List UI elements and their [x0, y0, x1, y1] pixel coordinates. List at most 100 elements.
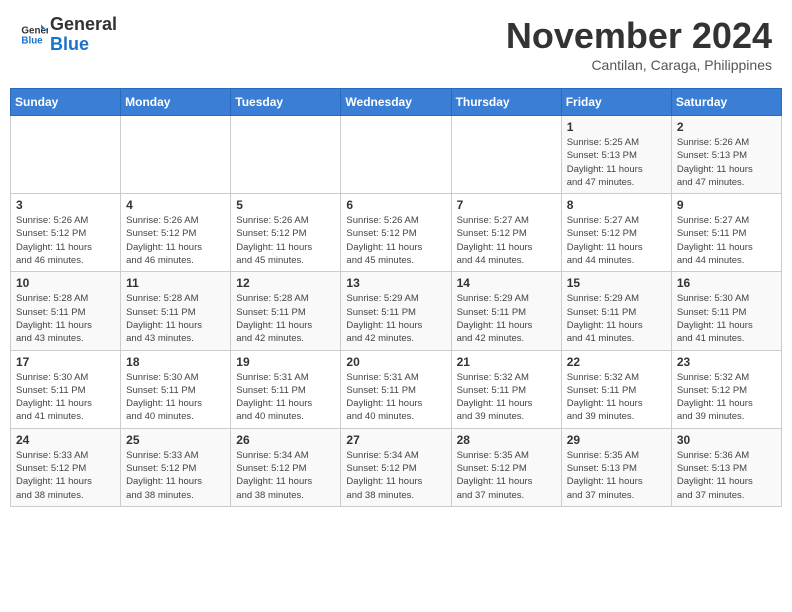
day-number: 20	[346, 355, 445, 369]
weekday-header-monday: Monday	[121, 89, 231, 116]
calendar-cell: 16 Sunrise: 5:30 AM Sunset: 5:11 PM Dayli…	[671, 272, 781, 350]
day-number: 21	[457, 355, 556, 369]
day-info: Sunrise: 5:26 AM Sunset: 5:12 PM Dayligh…	[236, 214, 335, 267]
calendar-cell: 20 Sunrise: 5:31 AM Sunset: 5:11 PM Dayli…	[341, 350, 451, 428]
weekday-header-tuesday: Tuesday	[231, 89, 341, 116]
day-info: Sunrise: 5:35 AM Sunset: 5:13 PM Dayligh…	[567, 449, 666, 502]
day-info: Sunrise: 5:32 AM Sunset: 5:11 PM Dayligh…	[567, 371, 666, 424]
weekday-header-sunday: Sunday	[11, 89, 121, 116]
svg-text:Blue: Blue	[21, 35, 43, 46]
day-number: 28	[457, 433, 556, 447]
day-info: Sunrise: 5:28 AM Sunset: 5:11 PM Dayligh…	[126, 292, 225, 345]
calendar-cell: 4 Sunrise: 5:26 AM Sunset: 5:12 PM Daylig…	[121, 194, 231, 272]
weekday-header-saturday: Saturday	[671, 89, 781, 116]
location-subtitle: Cantilan, Caraga, Philippines	[506, 57, 772, 73]
day-number: 15	[567, 276, 666, 290]
day-number: 14	[457, 276, 556, 290]
page-header: General Blue General Blue November 2024 …	[10, 10, 782, 78]
day-info: Sunrise: 5:32 AM Sunset: 5:11 PM Dayligh…	[457, 371, 556, 424]
day-number: 24	[16, 433, 115, 447]
calendar-cell: 10 Sunrise: 5:28 AM Sunset: 5:11 PM Dayli…	[11, 272, 121, 350]
day-number: 7	[457, 198, 556, 212]
day-info: Sunrise: 5:29 AM Sunset: 5:11 PM Dayligh…	[346, 292, 445, 345]
calendar-cell: 5 Sunrise: 5:26 AM Sunset: 5:12 PM Daylig…	[231, 194, 341, 272]
calendar-week-2: 3Sunrise: 5:26 AM Sunset: 5:12 PM Daylig…	[11, 194, 782, 272]
day-number: 11	[126, 276, 225, 290]
calendar-cell: 19 Sunrise: 5:31 AM Sunset: 5:11 PM Dayli…	[231, 350, 341, 428]
day-number: 17	[16, 355, 115, 369]
day-number: 6	[346, 198, 445, 212]
calendar-cell: 8 Sunrise: 5:27 AM Sunset: 5:12 PM Daylig…	[561, 194, 671, 272]
calendar-cell: 29 Sunrise: 5:35 AM Sunset: 5:13 PM Dayli…	[561, 428, 671, 506]
day-info: Sunrise: 5:35 AM Sunset: 5:12 PM Dayligh…	[457, 449, 556, 502]
day-number: 5	[236, 198, 335, 212]
calendar-cell: 9Sunrise: 5:27 AM Sunset: 5:11 PM Daylig…	[671, 194, 781, 272]
day-info: Sunrise: 5:34 AM Sunset: 5:12 PM Dayligh…	[236, 449, 335, 502]
day-info: Sunrise: 5:27 AM Sunset: 5:12 PM Dayligh…	[567, 214, 666, 267]
day-number: 12	[236, 276, 335, 290]
calendar-cell: 7 Sunrise: 5:27 AM Sunset: 5:12 PM Daylig…	[451, 194, 561, 272]
day-info: Sunrise: 5:30 AM Sunset: 5:11 PM Dayligh…	[677, 292, 776, 345]
day-info: Sunrise: 5:33 AM Sunset: 5:12 PM Dayligh…	[126, 449, 225, 502]
calendar-cell: 27 Sunrise: 5:34 AM Sunset: 5:12 PM Dayli…	[341, 428, 451, 506]
day-info: Sunrise: 5:26 AM Sunset: 5:12 PM Dayligh…	[346, 214, 445, 267]
calendar-cell	[11, 116, 121, 194]
day-number: 2	[677, 120, 776, 134]
logo-icon: General Blue	[20, 21, 48, 49]
day-number: 18	[126, 355, 225, 369]
calendar-cell: 25 Sunrise: 5:33 AM Sunset: 5:12 PM Dayli…	[121, 428, 231, 506]
day-info: Sunrise: 5:33 AM Sunset: 5:12 PM Dayligh…	[16, 449, 115, 502]
calendar-cell: 23 Sunrise: 5:32 AM Sunset: 5:12 PM Dayli…	[671, 350, 781, 428]
weekday-header-thursday: Thursday	[451, 89, 561, 116]
day-number: 30	[677, 433, 776, 447]
day-info: Sunrise: 5:26 AM Sunset: 5:12 PM Dayligh…	[16, 214, 115, 267]
calendar-cell: 14Sunrise: 5:29 AM Sunset: 5:11 PM Dayli…	[451, 272, 561, 350]
day-info: Sunrise: 5:34 AM Sunset: 5:12 PM Dayligh…	[346, 449, 445, 502]
calendar-cell: 2 Sunrise: 5:26 AM Sunset: 5:13 PM Daylig…	[671, 116, 781, 194]
day-info: Sunrise: 5:31 AM Sunset: 5:11 PM Dayligh…	[346, 371, 445, 424]
day-info: Sunrise: 5:28 AM Sunset: 5:11 PM Dayligh…	[16, 292, 115, 345]
day-number: 4	[126, 198, 225, 212]
day-info: Sunrise: 5:27 AM Sunset: 5:12 PM Dayligh…	[457, 214, 556, 267]
day-number: 8	[567, 198, 666, 212]
calendar-cell: 30 Sunrise: 5:36 AM Sunset: 5:13 PM Dayli…	[671, 428, 781, 506]
month-title: November 2024	[506, 15, 772, 57]
calendar-cell: 24 Sunrise: 5:33 AM Sunset: 5:12 PM Dayli…	[11, 428, 121, 506]
day-info: Sunrise: 5:31 AM Sunset: 5:11 PM Dayligh…	[236, 371, 335, 424]
calendar-cell	[231, 116, 341, 194]
day-number: 26	[236, 433, 335, 447]
day-info: Sunrise: 5:30 AM Sunset: 5:11 PM Dayligh…	[16, 371, 115, 424]
title-section: November 2024 Cantilan, Caraga, Philippi…	[506, 15, 772, 73]
day-number: 25	[126, 433, 225, 447]
logo-text-line2: Blue	[50, 35, 117, 55]
day-info: Sunrise: 5:32 AM Sunset: 5:12 PM Dayligh…	[677, 371, 776, 424]
day-info: Sunrise: 5:36 AM Sunset: 5:13 PM Dayligh…	[677, 449, 776, 502]
calendar-cell: 6 Sunrise: 5:26 AM Sunset: 5:12 PM Daylig…	[341, 194, 451, 272]
day-number: 23	[677, 355, 776, 369]
calendar-cell: 3Sunrise: 5:26 AM Sunset: 5:12 PM Daylig…	[11, 194, 121, 272]
calendar-cell	[341, 116, 451, 194]
calendar-cell: 26 Sunrise: 5:34 AM Sunset: 5:12 PM Dayli…	[231, 428, 341, 506]
calendar-cell: 1Sunrise: 5:25 AM Sunset: 5:13 PM Daylig…	[561, 116, 671, 194]
calendar-cell: 13Sunrise: 5:29 AM Sunset: 5:11 PM Dayli…	[341, 272, 451, 350]
calendar-cell	[451, 116, 561, 194]
calendar-cell: 21 Sunrise: 5:32 AM Sunset: 5:11 PM Dayli…	[451, 350, 561, 428]
calendar-cell: 28 Sunrise: 5:35 AM Sunset: 5:12 PM Dayli…	[451, 428, 561, 506]
day-number: 1	[567, 120, 666, 134]
logo-text-line1: General	[50, 15, 117, 35]
day-number: 16	[677, 276, 776, 290]
calendar-cell	[121, 116, 231, 194]
day-number: 19	[236, 355, 335, 369]
logo: General Blue General Blue	[20, 15, 117, 55]
day-number: 10	[16, 276, 115, 290]
day-number: 27	[346, 433, 445, 447]
day-number: 9	[677, 198, 776, 212]
day-info: Sunrise: 5:26 AM Sunset: 5:13 PM Dayligh…	[677, 136, 776, 189]
calendar-cell: 22 Sunrise: 5:32 AM Sunset: 5:11 PM Dayli…	[561, 350, 671, 428]
calendar-cell: 12Sunrise: 5:28 AM Sunset: 5:11 PM Dayli…	[231, 272, 341, 350]
day-number: 29	[567, 433, 666, 447]
weekday-header-wednesday: Wednesday	[341, 89, 451, 116]
day-info: Sunrise: 5:26 AM Sunset: 5:12 PM Dayligh…	[126, 214, 225, 267]
day-number: 22	[567, 355, 666, 369]
calendar-cell: 17 Sunrise: 5:30 AM Sunset: 5:11 PM Dayli…	[11, 350, 121, 428]
